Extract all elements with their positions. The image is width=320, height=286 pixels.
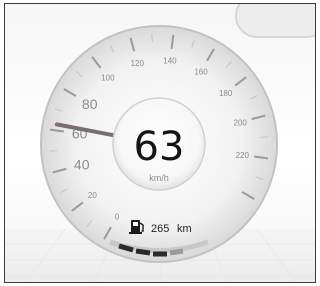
- speed-unit-label: km/h: [149, 173, 169, 183]
- tick-label-40: 40: [74, 157, 90, 173]
- speed-readout: 63: [134, 124, 185, 170]
- speedometer-panel: 0 20 40 60 80 100 120 140 160 180 200 220 63 km/h 2…: [4, 3, 316, 283]
- tick-label-20: 20: [88, 191, 97, 200]
- tick-mark: [260, 136, 269, 138]
- tick-label-200: 200: [233, 118, 247, 127]
- tick-label-80: 80: [82, 96, 98, 112]
- tick-label-180: 180: [219, 89, 233, 98]
- tick-mark: [49, 150, 58, 152]
- tick-label-100: 100: [101, 73, 115, 82]
- tick-label-160: 160: [194, 67, 208, 76]
- tick-label-140: 140: [163, 57, 177, 66]
- tick-mark: [151, 34, 153, 43]
- tick-label-220: 220: [236, 151, 250, 160]
- tick-label-0: 0: [115, 213, 120, 222]
- tick-label-120: 120: [131, 59, 145, 68]
- speedometer-gauge: 020406080100120 140160180200220 63 km/h 2…: [5, 25, 315, 282]
- range-value: 265: [151, 223, 169, 235]
- range-unit: km: [177, 223, 192, 235]
